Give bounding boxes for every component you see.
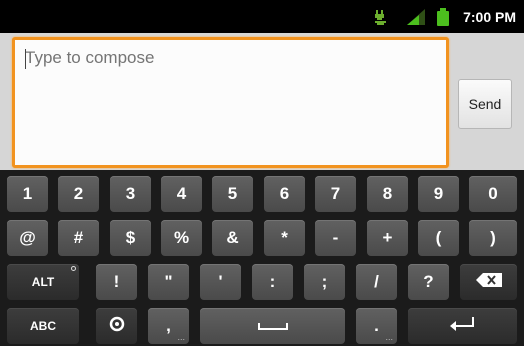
status-icons: 7:00 PM	[373, 0, 524, 33]
key-3[interactable]: 3	[110, 176, 151, 212]
key-open-paren[interactable]: (	[418, 220, 459, 256]
compose-area: Send	[0, 33, 524, 170]
key-at[interactable]: @	[7, 220, 48, 256]
backspace-key[interactable]	[460, 264, 517, 300]
compose-box[interactable]	[12, 37, 449, 168]
comma-key-label: ,	[166, 316, 171, 335]
abc-key[interactable]: ABC	[7, 308, 79, 344]
text-caret	[25, 49, 26, 69]
status-bar: 7:00 PM	[0, 0, 524, 33]
key-4[interactable]: 4	[161, 176, 202, 212]
key-9[interactable]: 9	[418, 176, 459, 212]
key-plus[interactable]: +	[367, 220, 408, 256]
send-button[interactable]: Send	[458, 79, 512, 129]
backspace-icon	[475, 272, 502, 292]
comma-key-sub: ...	[177, 332, 185, 342]
status-clock: 7:00 PM	[463, 8, 516, 25]
key-percent[interactable]: %	[161, 220, 202, 256]
key-asterisk[interactable]: *	[264, 220, 305, 256]
space-icon	[257, 316, 288, 336]
key-apostrophe[interactable]: '	[200, 264, 241, 300]
key-7[interactable]: 7	[315, 176, 356, 212]
usb-debug-icon	[373, 8, 391, 26]
alt-lock-indicator-icon	[71, 266, 76, 271]
key-2[interactable]: 2	[58, 176, 99, 212]
key-slash[interactable]: /	[356, 264, 397, 300]
key-6[interactable]: 6	[264, 176, 305, 212]
battery-icon	[437, 7, 450, 26]
alt-key-label: ALT	[31, 275, 55, 289]
keyboard: 1 2 3 4 5 6 7 8 9 0 @ # $ % & * - + ( ) …	[0, 170, 524, 346]
period-key-label: .	[374, 316, 379, 335]
enter-icon	[449, 316, 477, 337]
signal-icon	[405, 8, 427, 26]
key-5[interactable]: 5	[212, 176, 253, 212]
key-close-paren[interactable]: )	[469, 220, 517, 256]
key-double-quote[interactable]: "	[148, 264, 189, 300]
key-hash[interactable]: #	[58, 220, 99, 256]
key-ampersand[interactable]: &	[212, 220, 253, 256]
period-key-sub: ...	[385, 332, 393, 342]
key-question[interactable]: ?	[408, 264, 449, 300]
key-minus[interactable]: -	[315, 220, 356, 256]
settings-key[interactable]	[96, 308, 137, 344]
key-8[interactable]: 8	[367, 176, 408, 212]
key-dollar[interactable]: $	[110, 220, 151, 256]
key-colon[interactable]: :	[252, 264, 293, 300]
key-0[interactable]: 0	[469, 176, 517, 212]
comma-key[interactable]: , ...	[148, 308, 189, 344]
alt-key[interactable]: ALT	[7, 264, 79, 300]
compose-input[interactable]	[25, 48, 435, 68]
period-key[interactable]: . ...	[356, 308, 397, 344]
key-1[interactable]: 1	[7, 176, 48, 212]
key-semicolon[interactable]: ;	[304, 264, 345, 300]
space-key[interactable]	[200, 308, 345, 344]
enter-key[interactable]	[408, 308, 517, 344]
settings-icon	[109, 316, 125, 337]
key-exclamation[interactable]: !	[96, 264, 137, 300]
